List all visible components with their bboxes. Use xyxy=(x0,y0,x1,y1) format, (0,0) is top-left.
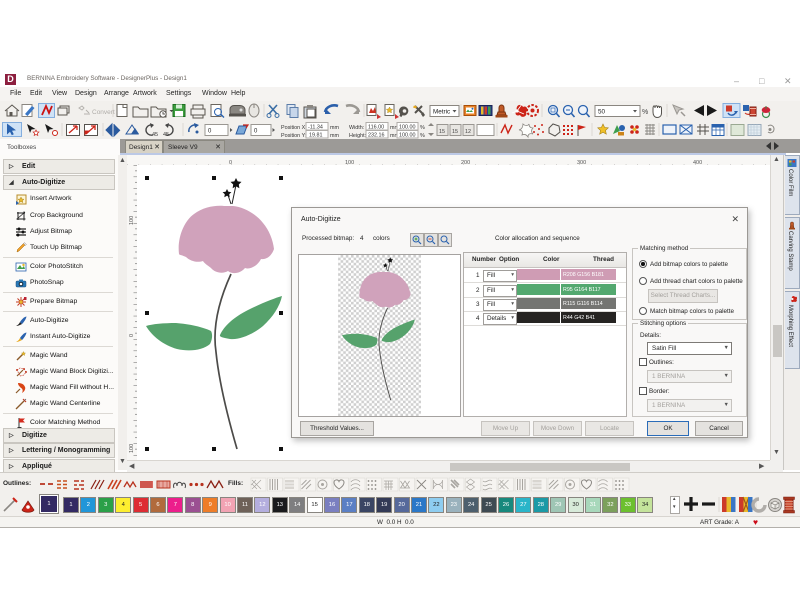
svg-text:50: 50 xyxy=(598,109,606,116)
svg-text:19.81: 19.81 xyxy=(309,133,323,139)
svg-text:12: 12 xyxy=(465,129,471,135)
svg-text:Position X:: Position X: xyxy=(281,125,307,131)
svg-text:15: 15 xyxy=(452,129,458,135)
svg-text:100: 100 xyxy=(129,444,135,453)
svg-text:%: % xyxy=(642,109,648,116)
svg-text:100: 100 xyxy=(129,216,135,225)
svg-text:15: 15 xyxy=(439,129,445,135)
svg-text:Width:: Width: xyxy=(349,125,364,131)
svg-text:45: 45 xyxy=(152,132,158,138)
svg-text:45: 45 xyxy=(163,132,169,138)
svg-text:Convert: Convert xyxy=(92,109,115,116)
svg-text:%: % xyxy=(420,125,425,131)
svg-text:116.00: 116.00 xyxy=(368,125,384,131)
svg-text:mm: mm xyxy=(330,125,339,131)
svg-text:-11.34: -11.34 xyxy=(308,125,323,131)
svg-text:100.00: 100.00 xyxy=(399,125,416,131)
svg-text:232.16: 232.16 xyxy=(368,133,385,139)
svg-text:Metric: Metric xyxy=(433,109,450,116)
svg-text:0: 0 xyxy=(129,334,135,337)
svg-text:100.00: 100.00 xyxy=(399,133,416,139)
